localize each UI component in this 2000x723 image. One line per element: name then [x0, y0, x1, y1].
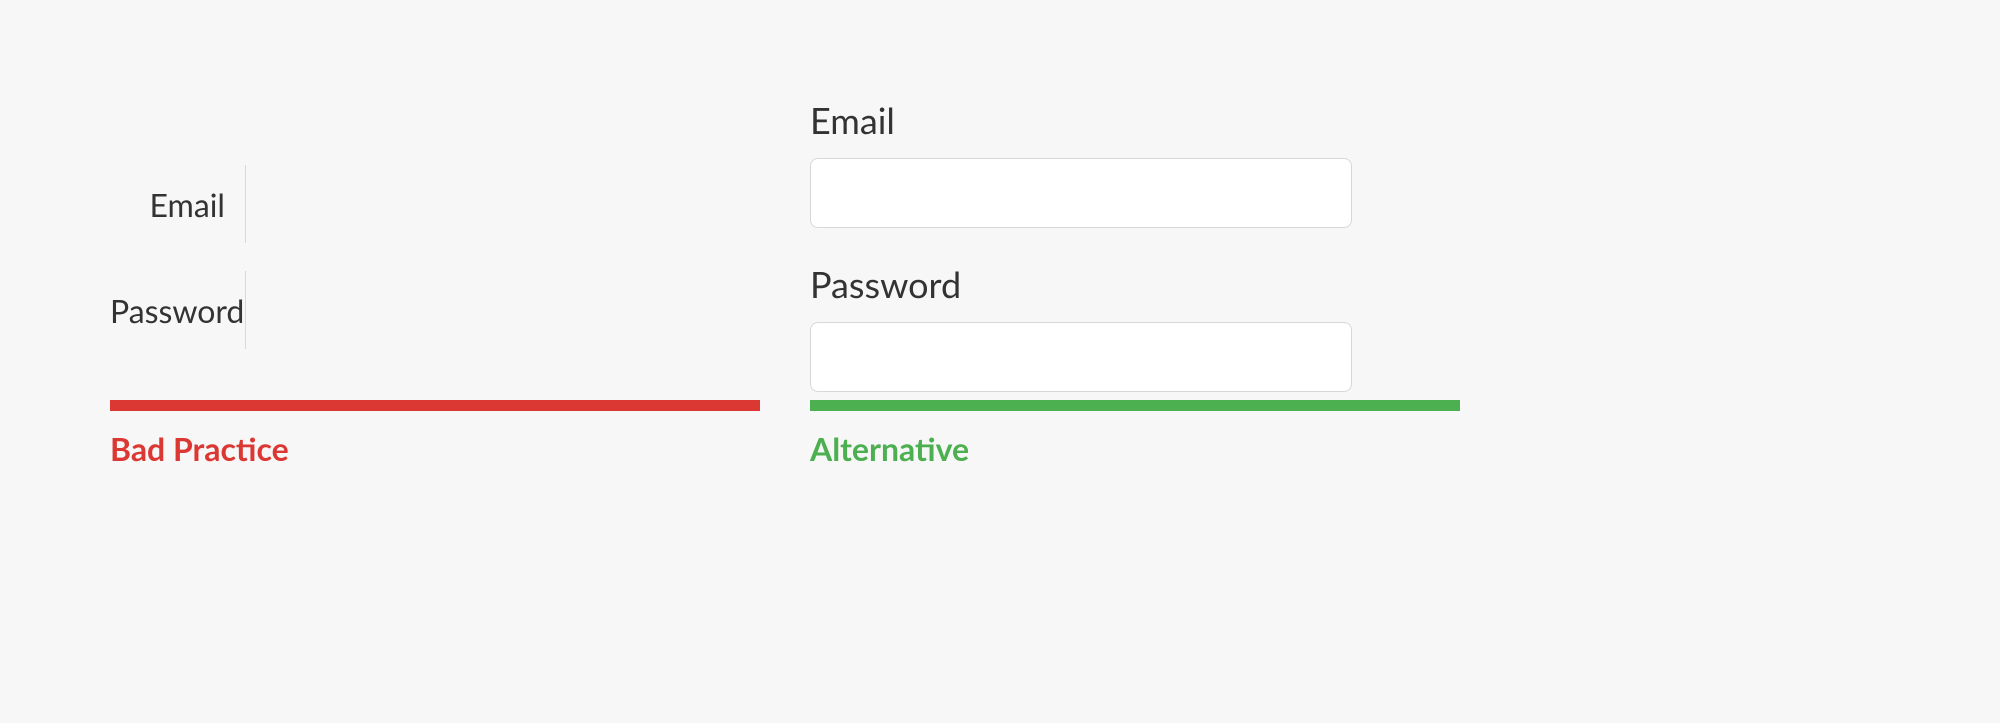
email-input-stub[interactable]	[245, 165, 247, 243]
email-label-inline: Email	[110, 185, 245, 224]
password-label-inline: Password	[110, 291, 245, 330]
bad-practice-bar	[110, 400, 760, 411]
alternative-footer: Alternative	[810, 392, 1460, 468]
alternative-bar	[810, 400, 1460, 411]
bad-practice-footer: Bad Practice	[110, 392, 760, 468]
email-row-inline: Email	[110, 165, 760, 243]
bad-practice-form: Email Password	[110, 0, 760, 349]
alternative-form: Email Password	[810, 0, 1460, 392]
password-input[interactable]	[810, 322, 1352, 392]
bad-practice-panel: Email Password Bad Practice	[110, 0, 760, 349]
comparison-canvas: Email Password Bad Practice Email Passwo…	[0, 0, 2000, 723]
email-label: Email	[810, 98, 1460, 142]
password-input-stub[interactable]	[245, 271, 247, 349]
alternative-caption: Alternative	[810, 429, 1460, 468]
password-row-inline: Password	[110, 271, 760, 349]
email-field: Email	[810, 98, 1460, 228]
password-field: Password	[810, 262, 1460, 392]
email-input[interactable]	[810, 158, 1352, 228]
bad-practice-caption: Bad Practice	[110, 429, 760, 468]
password-label: Password	[810, 262, 1460, 306]
alternative-panel: Email Password Alternative	[810, 0, 1460, 426]
